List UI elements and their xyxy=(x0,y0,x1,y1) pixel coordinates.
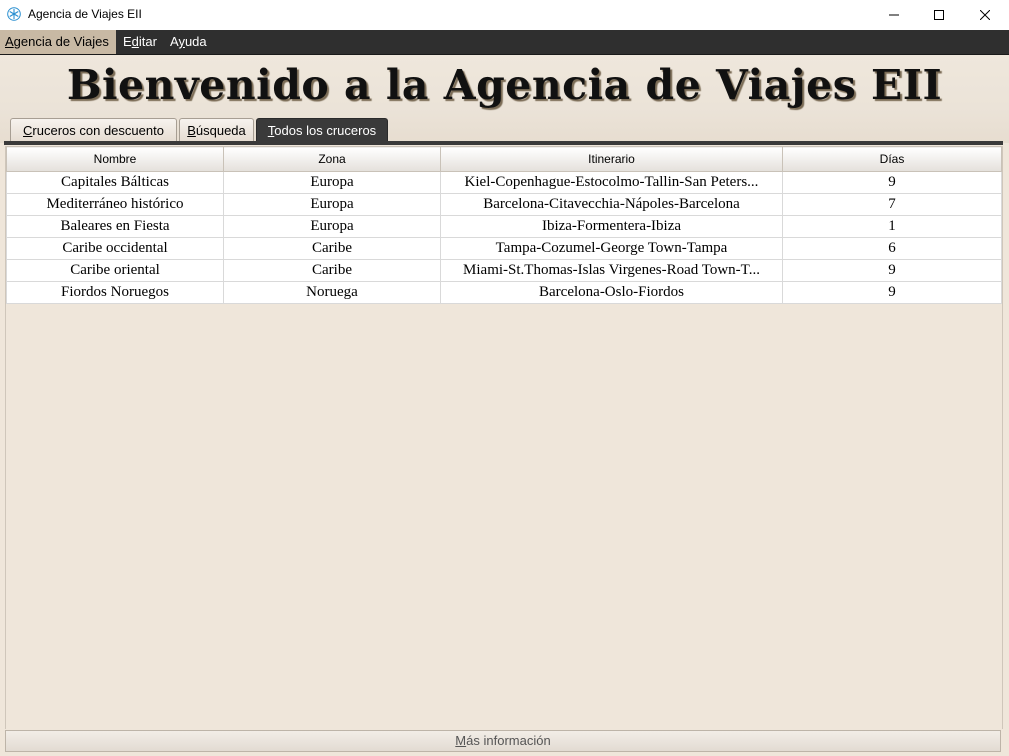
cell-dias: 9 xyxy=(782,171,1002,194)
tab-mnemonic: C xyxy=(23,123,33,138)
cell-nombre: Caribe oriental xyxy=(6,259,224,282)
cruises-table-panel[interactable]: Nombre Zona Itinerario Días Capitales Bá… xyxy=(5,146,1003,729)
column-header-itinerario[interactable]: Itinerario xyxy=(440,146,783,172)
table-header-row: Nombre Zona Itinerario Días xyxy=(6,146,1002,172)
close-icon xyxy=(980,10,990,20)
mas-informacion-button[interactable]: Más información xyxy=(5,730,1001,752)
window-title-bar: Agencia de Viajes EII xyxy=(0,0,1009,30)
cell-dias: 9 xyxy=(782,259,1002,282)
menu-label: E xyxy=(123,34,132,49)
menu-editar[interactable]: Editar xyxy=(118,30,162,54)
cell-dias: 9 xyxy=(782,281,1002,304)
minimize-button[interactable] xyxy=(871,0,917,30)
cell-itinerario: Ibiza-Formentera-Ibiza xyxy=(440,215,783,238)
cell-zona: Europa xyxy=(223,193,441,216)
tab-cruceros-con-descuento[interactable]: Cruceros con descuento xyxy=(10,118,177,141)
cell-dias: 1 xyxy=(782,215,1002,238)
maximize-button[interactable] xyxy=(916,0,962,30)
table-row[interactable]: Caribe oriental Caribe Miami-St.Thomas-I… xyxy=(6,259,1002,282)
close-button[interactable] xyxy=(962,0,1008,30)
tab-label: odos los cruceros xyxy=(274,123,377,138)
cell-nombre: Fiordos Noruegos xyxy=(6,281,224,304)
page-title: Bienvenido a la Agencia de Viajes EII xyxy=(66,61,943,109)
cell-itinerario: Tampa-Cozumel-George Town-Tampa xyxy=(440,237,783,260)
tab-label: úsqueda xyxy=(195,123,246,138)
cell-zona: Europa xyxy=(223,171,441,194)
snowflake-icon xyxy=(7,7,21,21)
button-mnemonic: M xyxy=(455,733,467,748)
cell-dias: 7 xyxy=(782,193,1002,216)
column-header-nombre[interactable]: Nombre xyxy=(6,146,224,172)
cell-nombre: Baleares en Fiesta xyxy=(6,215,224,238)
menu-label: itar xyxy=(138,34,157,49)
table-row[interactable]: Baleares en Fiesta Europa Ibiza-Formente… xyxy=(6,215,1002,238)
cell-itinerario: Barcelona-Citavecchia-Nápoles-Barcelona xyxy=(440,193,783,216)
tab-label: ruceros con descuento xyxy=(32,123,164,138)
menu-agencia-de-viajes[interactable]: Agencia de Viajes xyxy=(0,30,116,54)
cell-nombre: Caribe occidental xyxy=(6,237,224,260)
menu-mnemonic: d xyxy=(131,34,139,49)
tab-underline xyxy=(4,141,1003,145)
tab-mnemonic: B xyxy=(187,123,196,138)
cell-dias: 6 xyxy=(782,237,1002,260)
cell-zona: Caribe xyxy=(223,237,441,260)
cell-nombre: Capitales Bálticas xyxy=(6,171,224,194)
table-row[interactable]: Mediterráneo histórico Europa Barcelona-… xyxy=(6,193,1002,216)
menu-mnemonic: A xyxy=(5,34,14,49)
window-title: Agencia de Viajes EII xyxy=(28,7,142,21)
minimize-icon xyxy=(889,14,899,16)
column-header-dias[interactable]: Días xyxy=(782,146,1002,172)
maximize-icon xyxy=(934,10,944,20)
table-row[interactable]: Capitales Bálticas Europa Kiel-Copenhagu… xyxy=(6,171,1002,194)
table-row[interactable]: Fiordos Noruegos Noruega Barcelona-Oslo-… xyxy=(6,281,1002,304)
menu-label: gencia de Viajes xyxy=(13,34,109,49)
cell-zona: Caribe xyxy=(223,259,441,282)
button-label: ás información xyxy=(466,733,551,748)
cell-nombre: Mediterráneo histórico xyxy=(6,193,224,216)
table-row[interactable]: Caribe occidental Caribe Tampa-Cozumel-G… xyxy=(6,237,1002,260)
tab-busqueda[interactable]: Búsqueda xyxy=(179,118,254,141)
cell-zona: Noruega xyxy=(223,281,441,304)
cell-zona: Europa xyxy=(223,215,441,238)
menu-bar: Agencia de Viajes Editar Ayuda xyxy=(0,30,1009,55)
cruises-table: Nombre Zona Itinerario Días Capitales Bá… xyxy=(6,146,1002,304)
cell-itinerario: Barcelona-Oslo-Fiordos xyxy=(440,281,783,304)
cell-itinerario: Miami-St.Thomas-Islas Virgenes-Road Town… xyxy=(440,259,783,282)
menu-label: uda xyxy=(184,34,207,49)
tab-todos-los-cruceros[interactable]: Todos los cruceros xyxy=(256,118,388,141)
column-header-zona[interactable]: Zona xyxy=(223,146,441,172)
menu-ayuda[interactable]: Ayuda xyxy=(165,30,212,54)
cell-itinerario: Kiel-Copenhague-Estocolmo-Tallin-San Pet… xyxy=(440,171,783,194)
